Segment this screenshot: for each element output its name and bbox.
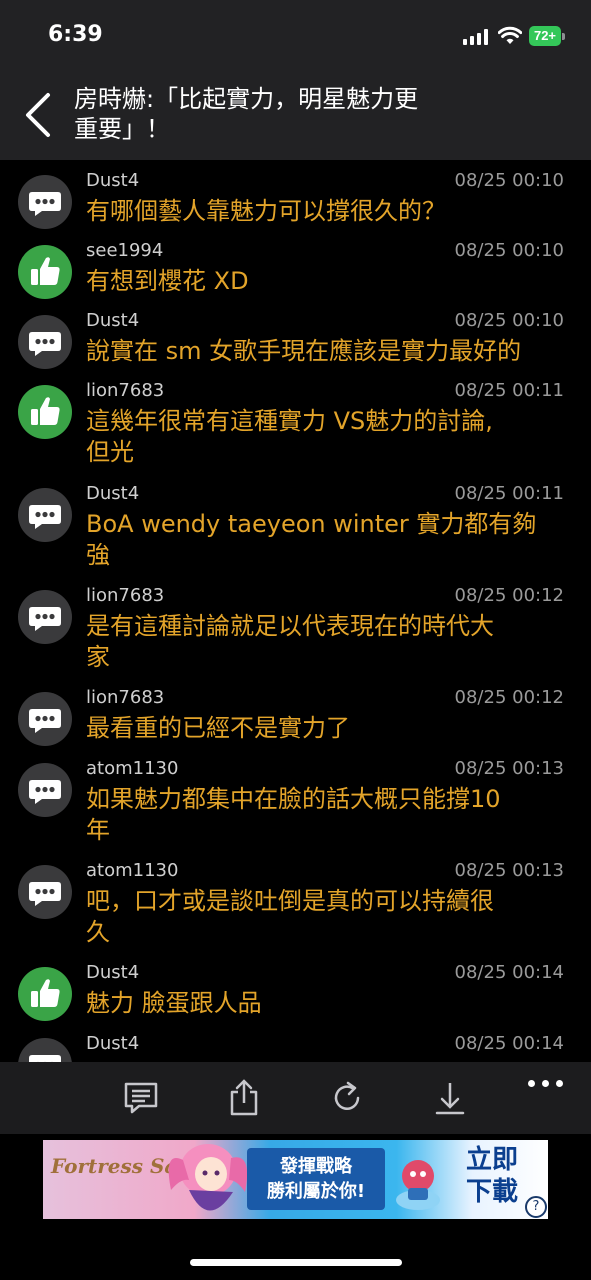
comment-timestamp: 08/25 00:12 [454,585,564,606]
comment-text-line: BoA wendy taeyeon winter 實力都有夠 [86,510,537,538]
chat-bubble-icon [18,315,72,369]
chat-bubble-icon [18,1038,72,1062]
comment-text-line: 久 [86,918,110,946]
comment-text: 有想到櫻花 XD [86,266,566,297]
comment-timestamp: 08/25 00:11 [454,483,564,504]
comment-username: atom1130 [86,860,179,881]
battery-tip [562,33,565,40]
comment-text-line: 有想到櫻花 XD [86,267,249,295]
thumbs-up-icon [18,385,72,439]
ad-slogan-line-1: 發揮戰略 [280,1156,352,1177]
comment-text-line: 但光 [86,438,134,466]
comment-timestamp: 08/25 00:12 [454,687,564,708]
comment-username: Dust4 [86,483,140,504]
comment-text-line: 強 [86,541,110,569]
thumbs-up-icon [18,967,72,1021]
bottom-toolbar [0,1062,591,1134]
comment-username: Dust4 [86,310,140,331]
comment-username: lion7683 [86,585,165,606]
comment-text: 最看重的已經不是實力了 [86,713,566,744]
comment-text-line: 年 [86,816,110,844]
comment-text-line: 魅力 臉蛋跟人品 [86,989,262,1017]
thumbs-up-icon [18,245,72,299]
comment-timestamp: 08/25 00:10 [454,310,564,331]
comment-text: 吧，口才或是談吐倒是真的可以持續很久 [86,886,566,948]
comment-timestamp: 08/25 00:10 [454,240,564,261]
share-icon[interactable] [224,1078,264,1118]
ad-slogan-line-2: 勝利屬於你! [266,1181,366,1202]
comment-timestamp: 08/25 00:11 [454,380,564,401]
comment-list[interactable]: Dust4 08/25 00:10 有哪個藝人靠魅力可以撐很久的？ see1994 08… [0,160,591,1062]
ad-cta-line-2: 下載 [465,1177,518,1207]
comment-item[interactable]: Dust4 08/25 00:14 魅力 臉蛋跟人品 [0,962,591,1032]
chat-bubble-icon [18,692,72,746]
comment-item[interactable]: see1994 08/25 00:10 有想到櫻花 XD [0,240,591,310]
comment-timestamp: 08/25 00:13 [454,758,564,779]
comment-timestamp: 08/25 00:14 [454,962,564,983]
comment-username: atom1130 [86,758,179,779]
comment-username: Dust4 [86,170,140,191]
cellular-signal-icon [463,29,491,45]
download-icon[interactable] [430,1078,470,1118]
comment-text-line: 最看重的已經不是實力了 [86,714,350,742]
comment-item[interactable]: lion7683 08/25 00:11 這幾年很常有這種實力 VS魅力的討論, 但光 [0,380,591,466]
comment-item[interactable]: atom1130 08/25 00:13 如果魅力都集中在臉的話大概只能撐10 年 [0,758,591,844]
chat-bubble-icon [18,590,72,644]
ad-area: Fortress Saga 發揮戰略 勝利屬於你! 立即 下載 ? [0,1134,591,1280]
comment-username: Dust4 [86,1033,140,1054]
comment-timestamp: 08/25 00:14 [454,1033,564,1054]
chat-bubble-icon [18,488,72,542]
comment-icon[interactable] [121,1078,161,1118]
comment-item[interactable]: Dust4 08/25 00:10 有哪個藝人靠魅力可以撐很久的？ [0,170,591,240]
home-indicator [190,1259,402,1266]
comment-text-line: 有哪個藝人靠魅力可以撐很久的？ [86,197,446,225]
comment-text-line: 家 [86,643,110,671]
ad-cta-line-1: 立即 [465,1145,518,1175]
ad-mascot-image [396,1160,440,1210]
ad-slogan: 發揮戰略 勝利屬於你! [247,1148,385,1210]
comment-username: lion7683 [86,380,165,401]
refresh-icon[interactable] [327,1078,367,1118]
comment-text-line: 吧，口才或是談吐倒是真的可以持續很 [86,887,494,915]
comment-text-line: 說實在 sm 女歌手現在應該是實力最好的 [86,337,522,365]
app-header: 6:39 72+ 房時爀:「比起實力，明星魅力更 重要」！ [0,0,591,160]
comment-text-line: 是有這種討論就足以代表現在的時代大 [86,612,494,640]
wifi-icon [498,26,522,44]
comment-text: BoA wendy taeyeon winter 實力都有夠強 [86,509,566,571]
comment-timestamp: 08/25 00:10 [454,170,564,191]
comment-item[interactable]: lion7683 08/25 00:12 是有這種討論就足以代表現在的時代大家 [0,585,591,671]
comment-username: Dust4 [86,962,140,983]
chat-bubble-icon [18,175,72,229]
comment-item[interactable]: Dust4 08/25 00:14 [0,1033,591,1062]
page-title: 房時爀:「比起實力，明星魅力更 重要」！ [74,84,494,144]
comment-item[interactable]: atom1130 08/25 00:13 吧，口才或是談吐倒是真的可以持續很久 [0,860,591,946]
status-time: 6:39 [48,22,103,47]
comment-item[interactable]: Dust4 08/25 00:11 BoA wendy taeyeon winter… [0,483,591,569]
title-line-1: 房時爀:「比起實力，明星魅力更 [74,85,419,113]
comment-text: 是有這種討論就足以代表現在的時代大家 [86,611,566,673]
chat-bubble-icon [18,763,72,817]
comment-text-line: 如果魅力都集中在臉的話大概只能撐10 [86,785,501,813]
comment-text: 魅力 臉蛋跟人品 [86,988,566,1019]
ad-download-button[interactable]: 立即 下載 [457,1144,527,1208]
comment-text: 如果魅力都集中在臉的話大概只能撐10 年 [86,784,566,846]
comment-username: see1994 [86,240,164,261]
comment-text: 說實在 sm 女歌手現在應該是實力最好的 [86,336,566,367]
comment-item[interactable]: lion7683 08/25 00:12 最看重的已經不是實力了 [0,687,591,757]
battery-icon: 72+ [529,26,561,46]
comment-text: 有哪個藝人靠魅力可以撐很久的？ [86,196,566,227]
comment-text: 這幾年很常有這種實力 VS魅力的討論, 但光 [86,406,566,468]
comment-text-line: 這幾年很常有這種實力 VS魅力的討論, [86,407,493,435]
comment-item[interactable]: Dust4 08/25 00:10 說實在 sm 女歌手現在應該是實力最好的 [0,310,591,380]
comment-timestamp: 08/25 00:13 [454,860,564,881]
chat-bubble-icon [18,865,72,919]
title-line-2: 重要」！ [74,115,170,143]
more-icon[interactable] [528,1080,564,1088]
comment-username: lion7683 [86,687,165,708]
ad-banner[interactable]: Fortress Saga 發揮戰略 勝利屬於你! 立即 下載 ? [43,1140,548,1219]
back-button[interactable] [22,92,56,138]
ad-help-icon[interactable]: ? [525,1196,547,1218]
